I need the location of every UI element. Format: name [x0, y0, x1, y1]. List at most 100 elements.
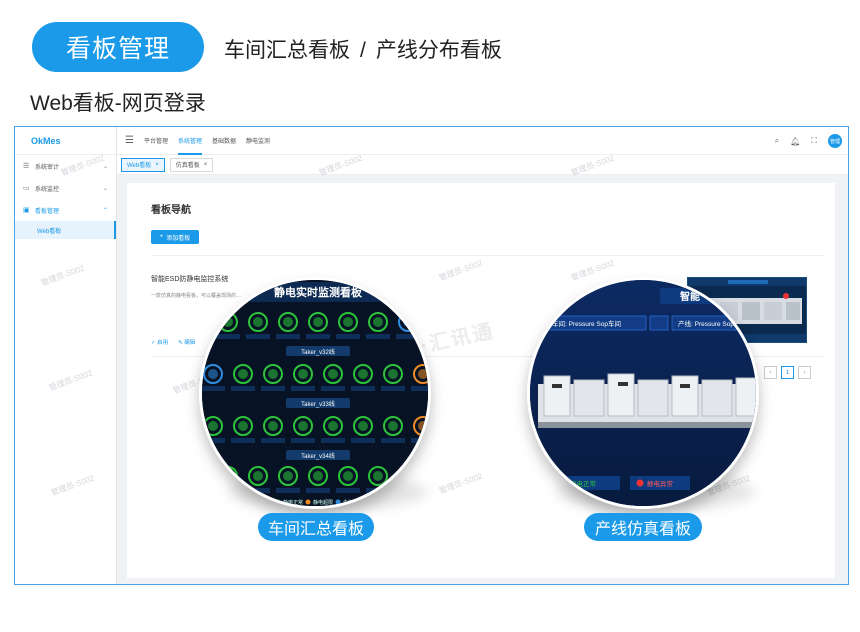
- nav-platform[interactable]: 平台管理: [144, 127, 168, 155]
- fullscreen-icon[interactable]: ⛶: [811, 136, 817, 146]
- station-tag: [411, 386, 428, 391]
- edit-action[interactable]: ✎ 编辑: [178, 338, 195, 346]
- station-status-dot: [298, 369, 308, 379]
- station-status-dot: [388, 369, 398, 379]
- next-page-button[interactable]: ›: [798, 366, 811, 379]
- station-tag: [336, 334, 360, 339]
- plus-icon: +: [159, 234, 164, 240]
- line-screen-title: 智能: [680, 290, 700, 303]
- nav-system[interactable]: 系统管理: [177, 127, 203, 155]
- magnifier-workshop-board: 静电实时监测看板 Taker_v32线 Taker_v33线 Taker_v34…: [199, 277, 431, 509]
- station-tag: [216, 334, 240, 339]
- monitor-icon: ▭: [23, 185, 30, 192]
- sidebar-item-dashboard[interactable]: ▣ 看板管理 ⌃: [15, 199, 116, 221]
- edit-label: 编辑: [184, 340, 196, 346]
- tab-web-board[interactable]: Web看板 ×: [121, 157, 165, 172]
- board-item-name: 智能ESD防静电监控系统: [151, 276, 229, 283]
- sidebar-item-monitor[interactable]: ▭ 系统监控 ⌄: [15, 177, 116, 199]
- station-tag: [202, 386, 225, 391]
- station-tag: [366, 334, 390, 339]
- board-item-actions: ✓ 启用 ✎ 编辑: [151, 338, 195, 346]
- page-number[interactable]: 1: [781, 366, 794, 379]
- header-subtitle: 车间汇总看板 / 产线分布看板: [224, 34, 502, 64]
- station-status-dot: [223, 317, 233, 327]
- station-status-dot: [343, 471, 353, 481]
- station-tag: [351, 438, 375, 443]
- station-status-dot: [283, 471, 293, 481]
- legend-warn: 静电超限: [313, 499, 333, 506]
- workshop-label: 车间: Pressure Sop车间: [552, 319, 621, 328]
- station-status-dot: [313, 317, 323, 327]
- tab-label: Web看板: [127, 163, 152, 169]
- station-tag: [291, 438, 315, 443]
- station-status-dot: [238, 421, 248, 431]
- station-status-dot: [238, 369, 248, 379]
- station-tag: [381, 386, 405, 391]
- sidebar-subitem-web-board[interactable]: Web看板: [15, 221, 116, 239]
- station-status-dot: [208, 421, 218, 431]
- enable-action[interactable]: ✓ 启用: [151, 338, 168, 346]
- line-label: Taker_v33线: [301, 400, 335, 408]
- station-tag: [351, 386, 375, 391]
- station-status-dot: [268, 421, 278, 431]
- prev-page-button[interactable]: ‹: [764, 366, 777, 379]
- station-status-dot: [253, 471, 263, 481]
- station-tag: [231, 438, 255, 443]
- close-icon[interactable]: ×: [204, 162, 208, 168]
- station-tag: [276, 488, 300, 493]
- station-status-dot: [343, 317, 353, 327]
- bell-icon[interactable]: 🔔︎: [790, 137, 800, 146]
- station-tag: [291, 386, 315, 391]
- station-status-dot: [358, 369, 368, 379]
- station-status-dot: [298, 421, 308, 431]
- status-ok: 静电正常: [570, 479, 596, 488]
- tab-label: 仿真看板: [175, 163, 200, 169]
- station-status-dot: [418, 369, 428, 379]
- station-tag: [231, 386, 255, 391]
- search-icon[interactable]: ⌕: [775, 136, 779, 146]
- station-tag: [321, 438, 345, 443]
- line-label: Taker_v32线: [301, 348, 335, 356]
- nav-basic-data[interactable]: 基础数据: [212, 127, 236, 155]
- station-tag: [246, 334, 270, 339]
- section-pill: 看板管理: [32, 22, 204, 72]
- close-icon[interactable]: ×: [155, 162, 159, 168]
- caption-line-board: 产线仿真看板: [584, 513, 702, 541]
- enable-label: 启用: [157, 340, 169, 346]
- station-tag: [261, 438, 285, 443]
- station-status-dot: [313, 471, 323, 481]
- station-status-dot: [328, 421, 338, 431]
- station-status-dot: [328, 369, 338, 379]
- board-item-desc: 一款仿真的静电看板，可以覆盖现场的…: [151, 293, 242, 299]
- caption-workshop-board: 车间汇总看板: [258, 513, 374, 541]
- sidebar-item-label: 看板管理: [35, 208, 60, 215]
- station-status-dot: [373, 471, 383, 481]
- station-tag: [261, 386, 285, 391]
- status-alarm: 静电异常: [647, 479, 673, 488]
- station-tag: [336, 488, 360, 493]
- subtitle-separator: /: [360, 39, 366, 62]
- menu-toggle-icon[interactable]: ☰: [125, 135, 134, 146]
- add-board-button[interactable]: + 添加看板: [151, 230, 199, 244]
- station-tag: [306, 334, 330, 339]
- dashboard-icon: ▣: [23, 207, 30, 214]
- subtitle-line: 产线分布看板: [375, 39, 502, 62]
- station-status-dot: [373, 317, 383, 327]
- section-title: Web看板-网页登录: [30, 92, 206, 115]
- station-status-dot: [253, 317, 263, 327]
- station-status-dot: [283, 317, 293, 327]
- station-status-dot: [358, 421, 368, 431]
- top-navbar: ☰ 平台管理 系统管理 基础数据 静电监测 ⌕ 🔔︎ ⛶ 管理: [117, 127, 848, 155]
- avatar[interactable]: 管理: [828, 134, 842, 148]
- tab-sim-board[interactable]: 仿真看板 ×: [169, 157, 214, 172]
- chevron-up-icon: ⌃: [102, 207, 108, 214]
- chevron-down-icon: ⌄: [102, 185, 108, 192]
- divider: [151, 255, 823, 256]
- station-status-dot: [388, 421, 398, 431]
- add-board-label: 添加看板: [166, 235, 191, 242]
- nav-esd-monitor[interactable]: 静电监测: [246, 127, 270, 155]
- station-status-dot: [268, 369, 278, 379]
- page-title: 看板导航: [151, 205, 191, 216]
- station-tag: [306, 488, 330, 493]
- legend-ok: 静电正常: [283, 499, 303, 506]
